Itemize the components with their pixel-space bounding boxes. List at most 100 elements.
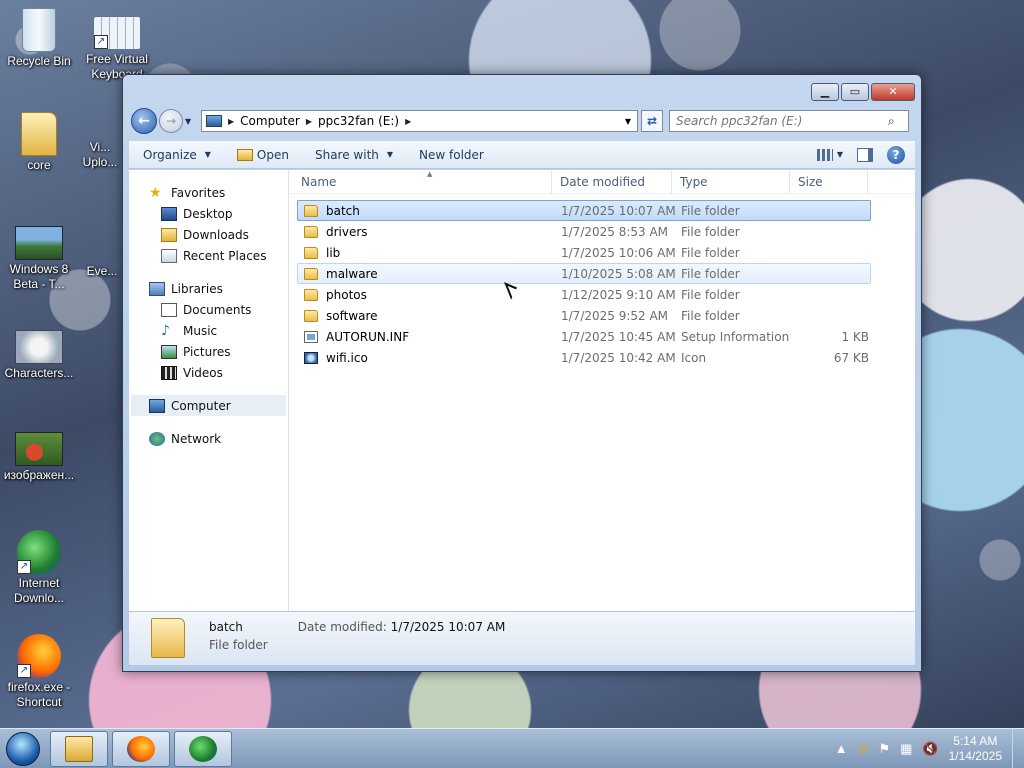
nav-downloads[interactable]: Downloads (129, 224, 288, 245)
file-type: File folder (681, 203, 740, 218)
computer-icon (206, 115, 222, 127)
details-date-value: 1/7/2025 10:07 AM (390, 620, 506, 634)
organize-button[interactable]: Organize ▼ (143, 148, 211, 162)
nav-music[interactable]: ♪ Music (129, 320, 288, 341)
show-desktop-button[interactable] (1012, 728, 1024, 768)
change-view-icon[interactable] (816, 148, 833, 161)
address-bar[interactable]: ▶ Computer ▶ ppc32fan (E:) ▶ ▼ (201, 110, 638, 132)
open-button[interactable]: Open (236, 148, 289, 162)
close-button[interactable]: ✕ (871, 83, 915, 101)
folder-icon (304, 204, 318, 217)
network-group: Network (129, 428, 288, 449)
chevron-right-icon[interactable]: ▶ (306, 117, 312, 126)
shortcut-arrow-icon: ↗ (17, 664, 31, 678)
nav-computer[interactable]: Computer (131, 395, 286, 416)
file-type: Setup Information (681, 329, 790, 344)
details-pane: batch File folder Date modified: 1/7/202… (129, 611, 915, 665)
music-icon: ♪ (161, 322, 170, 339)
libraries-group: Libraries Documents ♪ Music Pictures Vid… (129, 278, 288, 383)
nav-recent-places[interactable]: Recent Places (129, 245, 288, 266)
file-name-cell: malware (298, 267, 561, 281)
shortcut-arrow-icon: ↗ (94, 35, 108, 49)
desktop-icon-core[interactable]: core (0, 112, 78, 173)
column-header-type[interactable]: Type (672, 169, 790, 194)
search-input[interactable] (676, 114, 884, 128)
nav-desktop[interactable]: Desktop (129, 203, 288, 224)
nav-videos[interactable]: Videos (129, 362, 288, 383)
details-main: batch File folder (209, 618, 268, 652)
file-row[interactable]: AUTORUN.INF 1/7/2025 10:45 AM Setup Inform… (297, 326, 871, 347)
preview-pane-icon[interactable] (857, 147, 873, 162)
forward-button[interactable]: → (159, 109, 183, 133)
show-hidden-icons-icon[interactable]: ▲ (835, 741, 848, 756)
start-button[interactable] (0, 729, 46, 768)
file-type: File folder (681, 308, 740, 323)
shortcut-arrow-icon: ↗ (17, 560, 31, 574)
nav-libraries[interactable]: Libraries (129, 278, 288, 299)
breadcrumb-computer[interactable]: Computer (240, 114, 300, 128)
file-row[interactable]: wifi.ico 1/7/2025 10:42 AM Icon 67 KB (297, 347, 871, 368)
file-type: File folder (681, 287, 740, 302)
file-row[interactable]: photos 1/12/2025 9:10 AM File folder (297, 284, 871, 305)
column-header-name[interactable]: Name (289, 169, 552, 194)
file-row[interactable]: lib 1/7/2025 10:06 AM File folder (297, 242, 871, 263)
nav-network[interactable]: Network (129, 428, 288, 449)
desktop-icon-windows8-beta[interactable]: Windows 8 Beta - T... (0, 226, 78, 292)
file-date-modified: 1/7/2025 10:06 AM (561, 245, 676, 260)
view-options-dropdown-icon[interactable]: ▼ (837, 150, 843, 159)
recent-pages-dropdown-icon[interactable]: ▼ (185, 117, 197, 126)
desktop-icon-label: Internet Downlo... (13, 576, 65, 605)
nav-favorites-label: Favorites (171, 185, 226, 200)
taskbar-app-idm[interactable] (174, 730, 232, 767)
back-button[interactable]: ← (131, 108, 157, 134)
file-name: malware (326, 266, 378, 281)
search-icon[interactable]: ⌕ (888, 114, 895, 129)
desktop-icon-internet-download-manager[interactable]: ↗ Internet Downlo... (0, 530, 78, 606)
chevron-right-icon[interactable]: ▶ (405, 117, 411, 126)
help-icon[interactable]: ? (887, 145, 905, 164)
desktop-icon-recycle-bin[interactable]: Recycle Bin (0, 8, 78, 69)
desktop-icon-characters[interactable]: Characters... (0, 330, 78, 381)
search-box[interactable]: ⌕ (669, 110, 909, 132)
desktop-icon-free-virtual-keyboard[interactable]: ↗ Free Virtual Keyboard (78, 16, 156, 82)
refresh-button[interactable]: ⇄ (641, 110, 663, 132)
nav-pictures[interactable]: Pictures (129, 341, 288, 362)
image-thumbnail-icon (15, 330, 63, 364)
file-row[interactable]: drivers 1/7/2025 8:53 AM File folder (297, 221, 871, 242)
clock[interactable]: 5:14 AM 1/14/2025 (949, 734, 1002, 764)
taskbar-app-explorer[interactable] (50, 730, 108, 767)
view-controls: ▼ ? (816, 145, 915, 164)
desktop-icon-firefox-shortcut[interactable]: ↗ firefox.exe - Shortcut (0, 634, 78, 710)
new-folder-button[interactable]: New folder (419, 148, 484, 162)
nav-music-label: Music (183, 323, 218, 338)
idm-tray-icon[interactable]: ⊘ (858, 741, 869, 757)
desktop-icon-partial-eve[interactable]: Eve... (82, 264, 122, 279)
share-with-button[interactable]: Share with ▼ (315, 148, 393, 162)
file-row[interactable]: batch 1/7/2025 10:07 AM File folder (297, 200, 871, 221)
chevron-right-icon[interactable]: ▶ (228, 117, 234, 126)
file-row[interactable]: software 1/7/2025 9:52 AM File folder (297, 305, 871, 326)
keyboard-icon: ↗ (93, 16, 141, 50)
folder-icon (21, 112, 57, 156)
recycle-bin-icon (22, 8, 56, 52)
file-date-modified: 1/10/2025 5:08 AM (561, 266, 676, 281)
column-header-date-modified[interactable]: Date modified (552, 169, 672, 194)
breadcrumb-drive[interactable]: ppc32fan (E:) (318, 114, 399, 128)
desktop-icon-label: Recycle Bin (7, 54, 71, 68)
desktop-icon-izobrazhen[interactable]: изображен... (0, 432, 78, 483)
maximize-button[interactable]: ▭ (841, 83, 869, 101)
column-header-size[interactable]: Size (790, 169, 868, 194)
file-row[interactable]: malware 1/10/2025 5:08 AM File folder (297, 263, 871, 284)
nav-documents[interactable]: Documents (129, 299, 288, 320)
taskbar-app-firefox[interactable] (112, 730, 170, 767)
action-center-flag-icon[interactable]: ⚑ (878, 741, 890, 757)
nav-favorites[interactable]: ★ Favorites (129, 182, 288, 203)
network-tray-icon[interactable]: ▦ (900, 741, 912, 757)
volume-muted-icon[interactable]: 🔇 (922, 741, 938, 757)
file-name: lib (326, 245, 341, 260)
address-dropdown-icon[interactable]: ▼ (619, 117, 637, 126)
desktop-icon-partial-vi[interactable]: Vi... Uplo... (80, 140, 120, 170)
navigation-bar: ← → ▼ ▶ Computer ▶ ppc32fan (E:) ▶ ▼ ⇄ ⌕ (131, 107, 913, 135)
sort-ascending-icon: ▲ (427, 170, 433, 178)
minimize-button[interactable]: ▁ (811, 83, 839, 101)
